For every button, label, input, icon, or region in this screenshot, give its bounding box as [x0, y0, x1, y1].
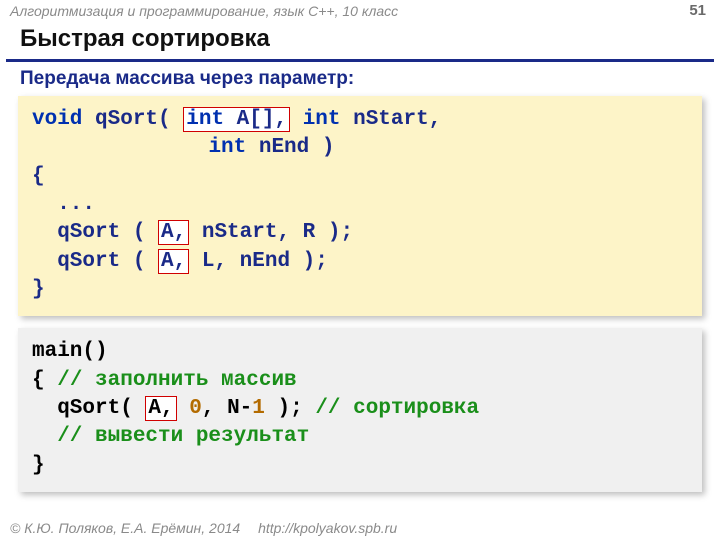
source-url: http://kpolyakov.spb.ru [258, 520, 397, 536]
code-text [32, 136, 208, 159]
code-text: nStart, [341, 108, 442, 131]
code-text: qSort ( [32, 250, 158, 273]
code-text: nStart, R ); [189, 221, 353, 244]
code-text: L, nEnd ); [189, 250, 328, 273]
course-label: Алгоритмизация и программирование, язык … [10, 3, 398, 19]
code-text: qSort( [82, 108, 183, 131]
code-text: ); [265, 397, 315, 420]
page-title: Быстрая сортировка [6, 21, 714, 62]
code-text [177, 397, 190, 420]
highlight-arg-a2: A, [158, 249, 189, 274]
highlight-param-array: int A[], [183, 107, 290, 132]
kw-void: void [32, 108, 82, 131]
number-literal: 0 [189, 397, 202, 420]
code-block-main: main() { // заполнить массив qSort( A, 0… [18, 328, 702, 492]
code-text: qSort ( [32, 221, 158, 244]
code-text: } [32, 454, 45, 477]
highlight-arg-a1: A, [158, 220, 189, 245]
header-strip: Алгоритмизация и программирование, язык … [0, 0, 720, 21]
section-subhead: Передача массива через параметр: [0, 62, 720, 96]
code-text: ... [32, 193, 95, 216]
kw-int: int [303, 108, 341, 131]
code-text: nEnd ) [246, 136, 334, 159]
footer-strip: © К.Ю. Поляков, Е.А. Ерёмин, 2014 http:/… [10, 520, 397, 536]
code-text: } [32, 278, 45, 301]
code-text: qSort( [32, 397, 145, 420]
code-text: , N- [202, 397, 252, 420]
code-block-qsort: void qSort( int A[], int nStart, int nEn… [18, 96, 702, 316]
code-text: { [32, 369, 57, 392]
comment: // заполнить массив [57, 369, 296, 392]
highlight-arg-a3: A, [145, 396, 176, 421]
number-literal: 1 [252, 397, 265, 420]
page-number: 51 [689, 2, 706, 19]
comment: // вывести результат [32, 425, 309, 448]
kw-int: int [208, 136, 246, 159]
code-text [290, 108, 303, 131]
code-text: { [32, 165, 45, 188]
comment: // сортировка [315, 397, 479, 420]
code-text: A[], [224, 108, 287, 131]
copyright-label: © К.Ю. Поляков, Е.А. Ерёмин, 2014 [10, 520, 240, 536]
kw-int: int [186, 108, 224, 131]
code-text: main() [32, 340, 108, 363]
